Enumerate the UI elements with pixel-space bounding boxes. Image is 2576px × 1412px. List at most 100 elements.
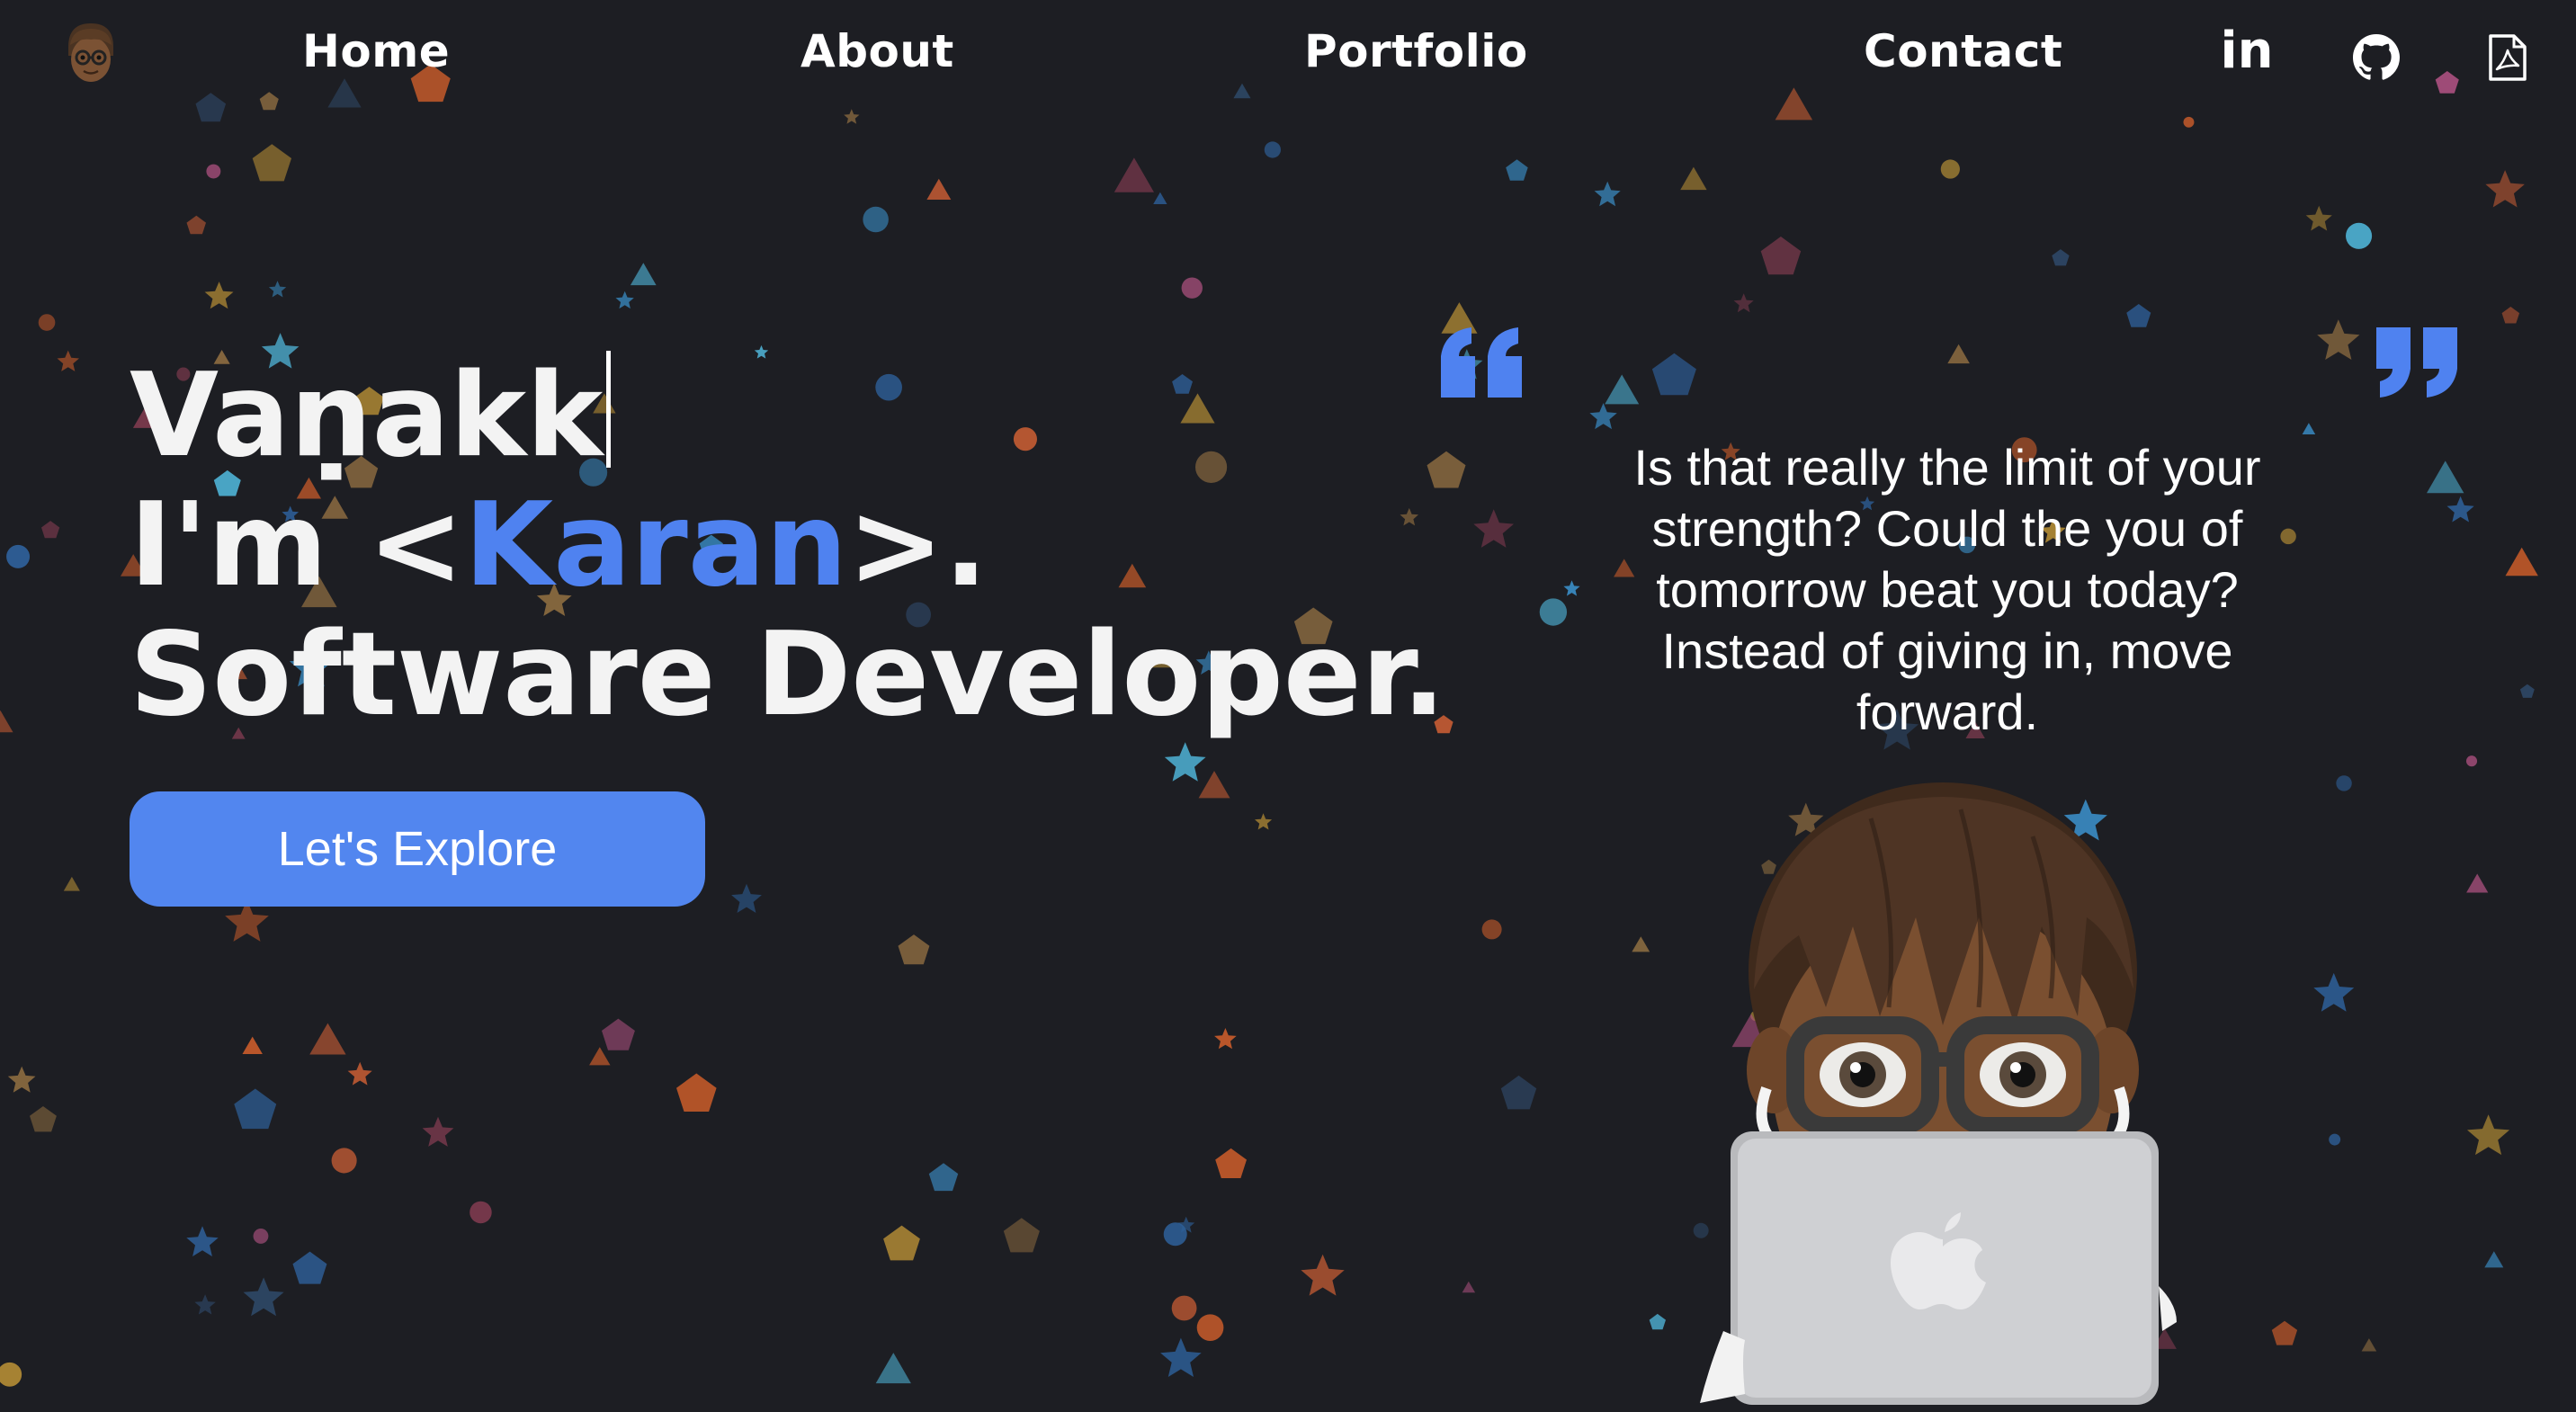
confetti-particle bbox=[2183, 116, 2195, 128]
confetti-particle bbox=[2505, 547, 2538, 576]
confetti-particle bbox=[926, 178, 952, 200]
confetti-particle bbox=[194, 1294, 216, 1315]
confetti-particle bbox=[731, 883, 762, 913]
hero-name: Karan bbox=[464, 478, 848, 612]
confetti-particle bbox=[1594, 181, 1621, 207]
confetti-particle bbox=[331, 1148, 357, 1174]
confetti-particle bbox=[1164, 742, 1206, 782]
confetti-particle bbox=[1198, 771, 1230, 799]
hero-role-line: Software Developer. bbox=[130, 608, 1446, 742]
quote-open-icon bbox=[1441, 327, 1522, 398]
hero-greeting-line: Vaṇakk bbox=[130, 351, 1445, 481]
confetti-particle bbox=[1632, 936, 1650, 952]
confetti-particle bbox=[2484, 1251, 2504, 1268]
confetti-particle bbox=[1114, 157, 1154, 192]
linkedin-icon[interactable]: in bbox=[2218, 22, 2276, 80]
confetti-particle bbox=[2346, 222, 2373, 249]
nav-link-home[interactable]: Home bbox=[302, 25, 450, 77]
github-icon[interactable] bbox=[2351, 31, 2402, 85]
confetti-particle bbox=[2501, 307, 2520, 324]
confetti-particle bbox=[1680, 166, 1707, 191]
confetti-particle bbox=[1733, 293, 1754, 313]
confetti-particle bbox=[1264, 141, 1281, 158]
confetti-particle bbox=[2467, 1114, 2510, 1156]
confetti-particle bbox=[589, 1047, 611, 1066]
confetti-particle bbox=[2302, 423, 2316, 434]
confetti-particle bbox=[1940, 159, 1960, 179]
nav-link-contact[interactable]: Contact bbox=[1864, 25, 2062, 77]
confetti-particle bbox=[1760, 237, 1802, 275]
confetti-particle bbox=[1462, 1281, 1476, 1293]
intro-suffix: >. bbox=[847, 478, 988, 612]
confetti-particle bbox=[615, 290, 634, 309]
confetti-particle bbox=[2446, 496, 2474, 523]
pdf-file-icon[interactable] bbox=[2484, 31, 2531, 85]
confetti-particle bbox=[1473, 509, 1514, 548]
confetti-particle bbox=[2052, 249, 2070, 266]
confetti-particle bbox=[2361, 1338, 2377, 1352]
lets-explore-button[interactable]: Let's Explore bbox=[130, 791, 705, 907]
confetti-particle bbox=[252, 144, 291, 182]
confetti-particle bbox=[1539, 598, 1568, 626]
quote-close-icon bbox=[2376, 327, 2457, 398]
confetti-particle bbox=[234, 1088, 277, 1130]
confetti-particle bbox=[186, 215, 206, 235]
confetti-particle bbox=[676, 1073, 717, 1112]
hero-intro-line: I'm <Karan>. bbox=[130, 481, 1445, 611]
confetti-particle bbox=[422, 1116, 454, 1147]
confetti-particle bbox=[1153, 192, 1167, 204]
confetti-particle bbox=[186, 1226, 219, 1256]
memoji-laptop-illustration bbox=[1700, 782, 2177, 1405]
confetti-particle bbox=[1196, 1314, 1224, 1342]
confetti-particle bbox=[0, 1362, 22, 1387]
confetti-particle bbox=[7, 1066, 36, 1093]
confetti-particle bbox=[38, 314, 56, 331]
nav-link-about[interactable]: About bbox=[801, 25, 954, 77]
nav-link-portfolio[interactable]: Portfolio bbox=[1304, 25, 1528, 77]
confetti-particle bbox=[1563, 580, 1580, 596]
confetti-particle bbox=[1003, 1218, 1040, 1253]
confetti-particle bbox=[243, 1277, 284, 1317]
confetti-particle bbox=[63, 876, 80, 891]
confetti-particle bbox=[268, 281, 287, 298]
confetti-particle bbox=[1255, 813, 1273, 830]
top-navigation: Home About Portfolio Contact in bbox=[0, 0, 2576, 117]
confetti-particle bbox=[470, 1201, 492, 1224]
confetti-particle bbox=[309, 1023, 346, 1055]
confetti-particle bbox=[2336, 775, 2352, 791]
confetti-particle bbox=[0, 710, 13, 733]
confetti-particle bbox=[1160, 1337, 1202, 1377]
confetti-particle bbox=[253, 1229, 269, 1244]
confetti-particle bbox=[1651, 353, 1696, 396]
confetti-particle bbox=[1589, 403, 1617, 430]
confetti-particle bbox=[2465, 755, 2478, 767]
confetti-particle bbox=[2329, 1133, 2341, 1146]
confetti-particle bbox=[875, 1353, 911, 1384]
confetti-particle bbox=[2126, 304, 2151, 327]
confetti-particle bbox=[1649, 1313, 1666, 1330]
confetti-particle bbox=[1481, 919, 1502, 940]
confetti-particle bbox=[2313, 972, 2355, 1012]
confetti-particle bbox=[1605, 374, 1640, 405]
confetti-particle bbox=[242, 1036, 263, 1054]
confetti-particle bbox=[57, 350, 79, 371]
confetti-particle bbox=[1181, 277, 1203, 299]
confetti-particle bbox=[1214, 1028, 1237, 1050]
confetti-particle bbox=[863, 206, 889, 233]
motivational-quote: Is that really the limit of your strengt… bbox=[1633, 439, 2261, 740]
confetti-particle bbox=[1215, 1148, 1247, 1178]
confetti-particle bbox=[2317, 319, 2360, 360]
confetti-particle bbox=[1500, 1075, 1537, 1110]
confetti-particle bbox=[1506, 159, 1528, 181]
typed-greeting: Vaṇakk bbox=[130, 349, 604, 483]
confetti-particle bbox=[206, 164, 221, 179]
typing-caret bbox=[606, 351, 612, 468]
intro-prefix: I'm < bbox=[130, 478, 464, 612]
hero-heading: Vaṇakk I'm <Karan>. Software Developer. bbox=[130, 351, 1445, 740]
logo-avatar-icon[interactable] bbox=[61, 20, 121, 86]
confetti-particle bbox=[292, 1251, 327, 1284]
confetti-particle bbox=[41, 521, 60, 539]
confetti-particle bbox=[2485, 170, 2525, 208]
confetti-particle bbox=[204, 282, 234, 309]
confetti-particle bbox=[1301, 1254, 1345, 1296]
